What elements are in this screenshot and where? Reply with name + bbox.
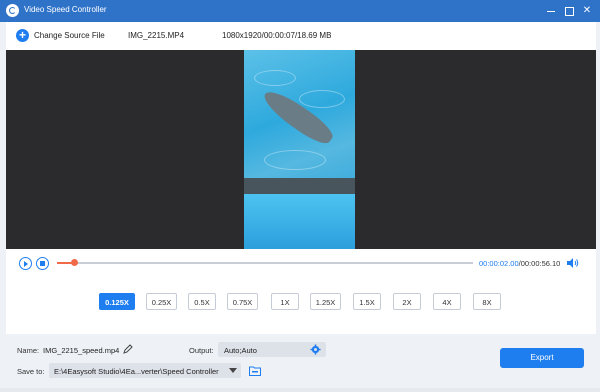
- edit-name-icon[interactable]: [123, 344, 133, 354]
- speed-075x-button[interactable]: 0.75X: [227, 293, 258, 310]
- change-source-button[interactable]: Change Source File: [34, 31, 105, 40]
- video-frame: [244, 50, 355, 249]
- maximize-button[interactable]: [563, 5, 575, 17]
- speed-1x-button[interactable]: 1X: [271, 293, 299, 310]
- playback-controls: 00:00:02.00/00:00:56.10: [6, 249, 596, 278]
- play-icon[interactable]: [19, 257, 32, 270]
- speed-panel: 0.125X 0.25X 0.5X 0.75X 1X 1.25X 1.5X 2X…: [6, 277, 596, 335]
- volume-icon[interactable]: [567, 258, 579, 268]
- folder-icon[interactable]: [249, 365, 261, 376]
- time-display: 00:00:02.00/00:00:56.10: [479, 259, 560, 268]
- output-field[interactable]: Auto;Auto: [218, 342, 326, 357]
- speed-8x-button[interactable]: 8X: [473, 293, 501, 310]
- speed-2x-button[interactable]: 2X: [393, 293, 421, 310]
- gear-icon[interactable]: [310, 344, 321, 355]
- speed-125x-button[interactable]: 1.25X: [310, 293, 341, 310]
- seek-bar-handle[interactable]: [70, 259, 78, 266]
- save-to-label: Save to:: [17, 367, 45, 376]
- seek-bar[interactable]: [57, 259, 473, 266]
- settings-panel: Name: IMG_2215_speed.mp4 Output: Auto;Au…: [6, 334, 596, 388]
- name-label: Name:: [17, 346, 40, 355]
- video-preview: [6, 50, 596, 249]
- window-title: Video Speed Controller: [24, 5, 107, 14]
- speed-05x-button[interactable]: 0.5X: [188, 293, 216, 310]
- export-button[interactable]: Export: [500, 348, 584, 368]
- source-filename: IMG_2215.MP4: [128, 31, 185, 40]
- source-file-info: 1080x1920/00:00:07/18.69 MB: [222, 31, 332, 40]
- pool-edge: [244, 178, 355, 194]
- total-time: 00:00:56.10: [520, 259, 561, 268]
- save-to-select[interactable]: E:\4Easysoft Studio\4Ea...verter\Speed C…: [49, 363, 241, 378]
- speed-15x-button[interactable]: 1.5X: [353, 293, 381, 310]
- close-button[interactable]: ✕: [581, 5, 593, 17]
- footer-strip: [0, 388, 600, 392]
- minimize-button[interactable]: [545, 5, 557, 17]
- pool-water: [244, 194, 355, 249]
- chevron-down-icon[interactable]: [229, 368, 237, 373]
- stop-icon[interactable]: [36, 257, 49, 270]
- source-bar: + Change Source File IMG_2215.MP4 1080x1…: [6, 22, 596, 51]
- app-logo-icon: [6, 4, 19, 17]
- speed-4x-button[interactable]: 4X: [433, 293, 461, 310]
- output-value: Auto;Auto: [224, 346, 257, 355]
- output-label: Output:: [189, 346, 214, 355]
- add-source-icon[interactable]: +: [16, 29, 29, 42]
- save-to-path: E:\4Easysoft Studio\4Ea...verter\Speed C…: [54, 367, 219, 376]
- current-time: 00:00:02.00: [479, 259, 519, 268]
- title-bar: Video Speed Controller ✕: [0, 0, 600, 22]
- name-field: IMG_2215_speed.mp4: [43, 346, 120, 355]
- speed-025x-button[interactable]: 0.25X: [146, 293, 177, 310]
- speed-0125x-button[interactable]: 0.125X: [99, 293, 135, 310]
